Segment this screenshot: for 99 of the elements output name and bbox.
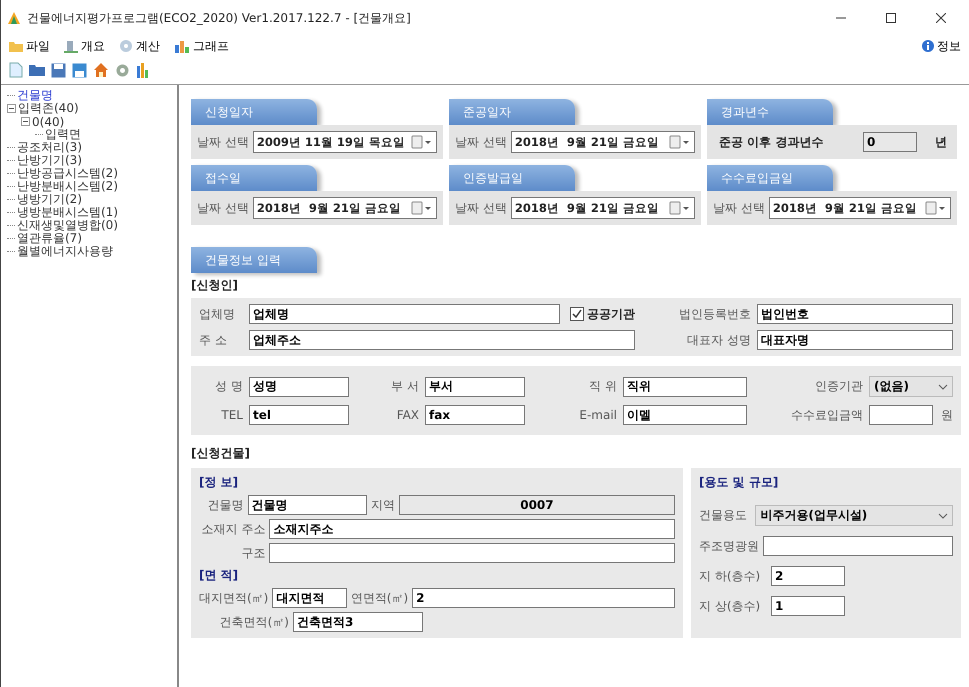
text-field[interactable] [269, 543, 675, 563]
chevron-down-icon [938, 512, 948, 518]
field-label: FAX [396, 408, 419, 422]
save-as-icon[interactable] [72, 62, 87, 78]
dropdown[interactable]: 비주거용(업무시설) [755, 505, 953, 526]
text-field[interactable]: 소재지주소 [269, 519, 675, 539]
home-icon[interactable] [93, 62, 109, 78]
text-field[interactable]: 대지면적 [272, 588, 347, 608]
text-field[interactable]: tel [249, 405, 349, 425]
text-field[interactable]: 대표자명 [757, 330, 953, 350]
field-label: 준공 이후 경과년수 [719, 134, 824, 150]
checkbox[interactable] [570, 307, 584, 321]
chevron-down-icon [938, 384, 948, 390]
years-field[interactable]: 0 [863, 132, 917, 152]
field-label: 주 소 [199, 332, 228, 348]
text-field[interactable]: 업체명 [249, 304, 560, 324]
field-label: 날짜 선택 [455, 200, 507, 216]
field-label: 대지면적(㎡) [199, 590, 268, 606]
menu-item[interactable]: 계산 [119, 38, 160, 54]
text-field[interactable]: fax [425, 405, 525, 425]
bar-chart-icon [174, 39, 190, 53]
field-label: 업체명 [199, 306, 236, 322]
folder-icon[interactable] [29, 63, 45, 77]
field-label: TEL [221, 408, 243, 422]
text-field[interactable]: 부서 [425, 376, 525, 396]
disc-icon [119, 39, 133, 53]
unit-label: 원 [941, 406, 953, 424]
group-heading: [면 적] [199, 567, 240, 584]
text-field[interactable]: 건축면적3 [293, 612, 423, 632]
field-label: 대표자 성명 [687, 332, 751, 346]
building-icon [64, 39, 78, 53]
field-label: 성 명 [215, 379, 243, 393]
group-heading: [정 보] [199, 474, 240, 491]
region-field[interactable]: 0007 [398, 495, 675, 515]
close-icon[interactable] [936, 13, 946, 23]
tree-item[interactable]: 0(40) [32, 114, 64, 128]
calendar-dropdown-icon [411, 201, 433, 215]
checkbox-label: 공공기관 [587, 306, 635, 322]
window-title: 건물에너지평가프로그램(ECO2_2020) Ver1.2017.122.7 - [건물개요] [27, 10, 412, 26]
field-label: 인증기관 [815, 379, 863, 393]
menu-item[interactable]: 개요 [64, 38, 105, 54]
text-field[interactable] [869, 405, 933, 425]
date-picker[interactable]: 2009년 11월 19일 목요일 [252, 131, 437, 153]
save-icon[interactable] [51, 62, 66, 78]
dropdown[interactable]: (없음) [869, 376, 953, 397]
field-label: 건물명 [206, 496, 244, 514]
date-picker[interactable]: 2018년 9월 21일 금요일 [252, 197, 437, 219]
date-picker[interactable]: 2018년 9월 21일 금요일 [510, 131, 695, 153]
field-label: 지 하(층수) [699, 568, 762, 584]
new-file-icon[interactable] [9, 62, 23, 78]
info-icon [922, 40, 934, 52]
field-label: 날짜 선택 [197, 134, 249, 150]
calendar-dropdown-icon [669, 135, 691, 149]
date-picker[interactable]: 2018년 9월 21일 금요일 [768, 197, 951, 219]
text-field[interactable]: 업체주소 [249, 330, 635, 350]
calendar-dropdown-icon [925, 201, 947, 215]
folder-icon [9, 40, 23, 52]
section-heading: [신청인] [191, 277, 239, 294]
text-field[interactable]: 법인번호 [757, 304, 953, 324]
info-button[interactable]: 정보 [922, 38, 961, 54]
maximize-icon[interactable] [886, 13, 896, 23]
field-label: 부 서 [391, 379, 419, 393]
text-field[interactable]: 1 [771, 596, 845, 616]
app-logo-icon [7, 11, 21, 25]
checkmark-icon [572, 309, 582, 319]
text-field[interactable]: 직위 [623, 376, 747, 396]
field-label: 주조명광원 [699, 538, 759, 554]
field-label: 날짜 선택 [197, 200, 249, 216]
group-heading: [용도 및 규모] [699, 474, 780, 491]
field-label: E-mail [579, 408, 617, 422]
field-label: 수수료입금액 [791, 408, 863, 422]
text-field[interactable]: 건물명 [248, 495, 367, 515]
menu-item[interactable]: 파일 [9, 38, 50, 54]
menu-item[interactable]: 그래프 [174, 38, 229, 54]
field-label: 지역 [370, 496, 395, 514]
field-label: 연면적(㎡) [350, 590, 408, 606]
calendar-dropdown-icon [411, 135, 433, 149]
text-field[interactable]: 이멜 [623, 405, 747, 425]
field-label: 구조 [240, 544, 266, 562]
calendar-dropdown-icon [669, 201, 691, 215]
text-field[interactable] [763, 536, 953, 556]
field-label: 법인등록번호 [679, 306, 751, 320]
settings-icon[interactable] [115, 62, 130, 78]
unit-label: 년 [935, 134, 947, 150]
bar-chart-icon[interactable] [136, 62, 150, 78]
field-label: 날짜 선택 [455, 134, 507, 150]
field-label: 소재지 주소 [200, 520, 266, 538]
text-field[interactable]: 성명 [249, 376, 349, 396]
collapse-icon[interactable] [21, 117, 30, 126]
text-field[interactable]: 2 [771, 566, 845, 586]
field-label: 지 상(층수) [699, 598, 762, 614]
field-label: 날짜 선택 [713, 200, 765, 216]
field-label: 건축면적(㎡) [218, 614, 289, 630]
collapse-icon[interactable] [7, 104, 16, 113]
date-picker[interactable]: 2018년 9월 21일 금요일 [510, 197, 695, 219]
text-field[interactable]: 2 [412, 588, 675, 608]
section-heading: [신청건물] [191, 445, 251, 462]
field-label: 직 위 [589, 379, 617, 393]
field-label: 건물용도 [699, 507, 748, 524]
